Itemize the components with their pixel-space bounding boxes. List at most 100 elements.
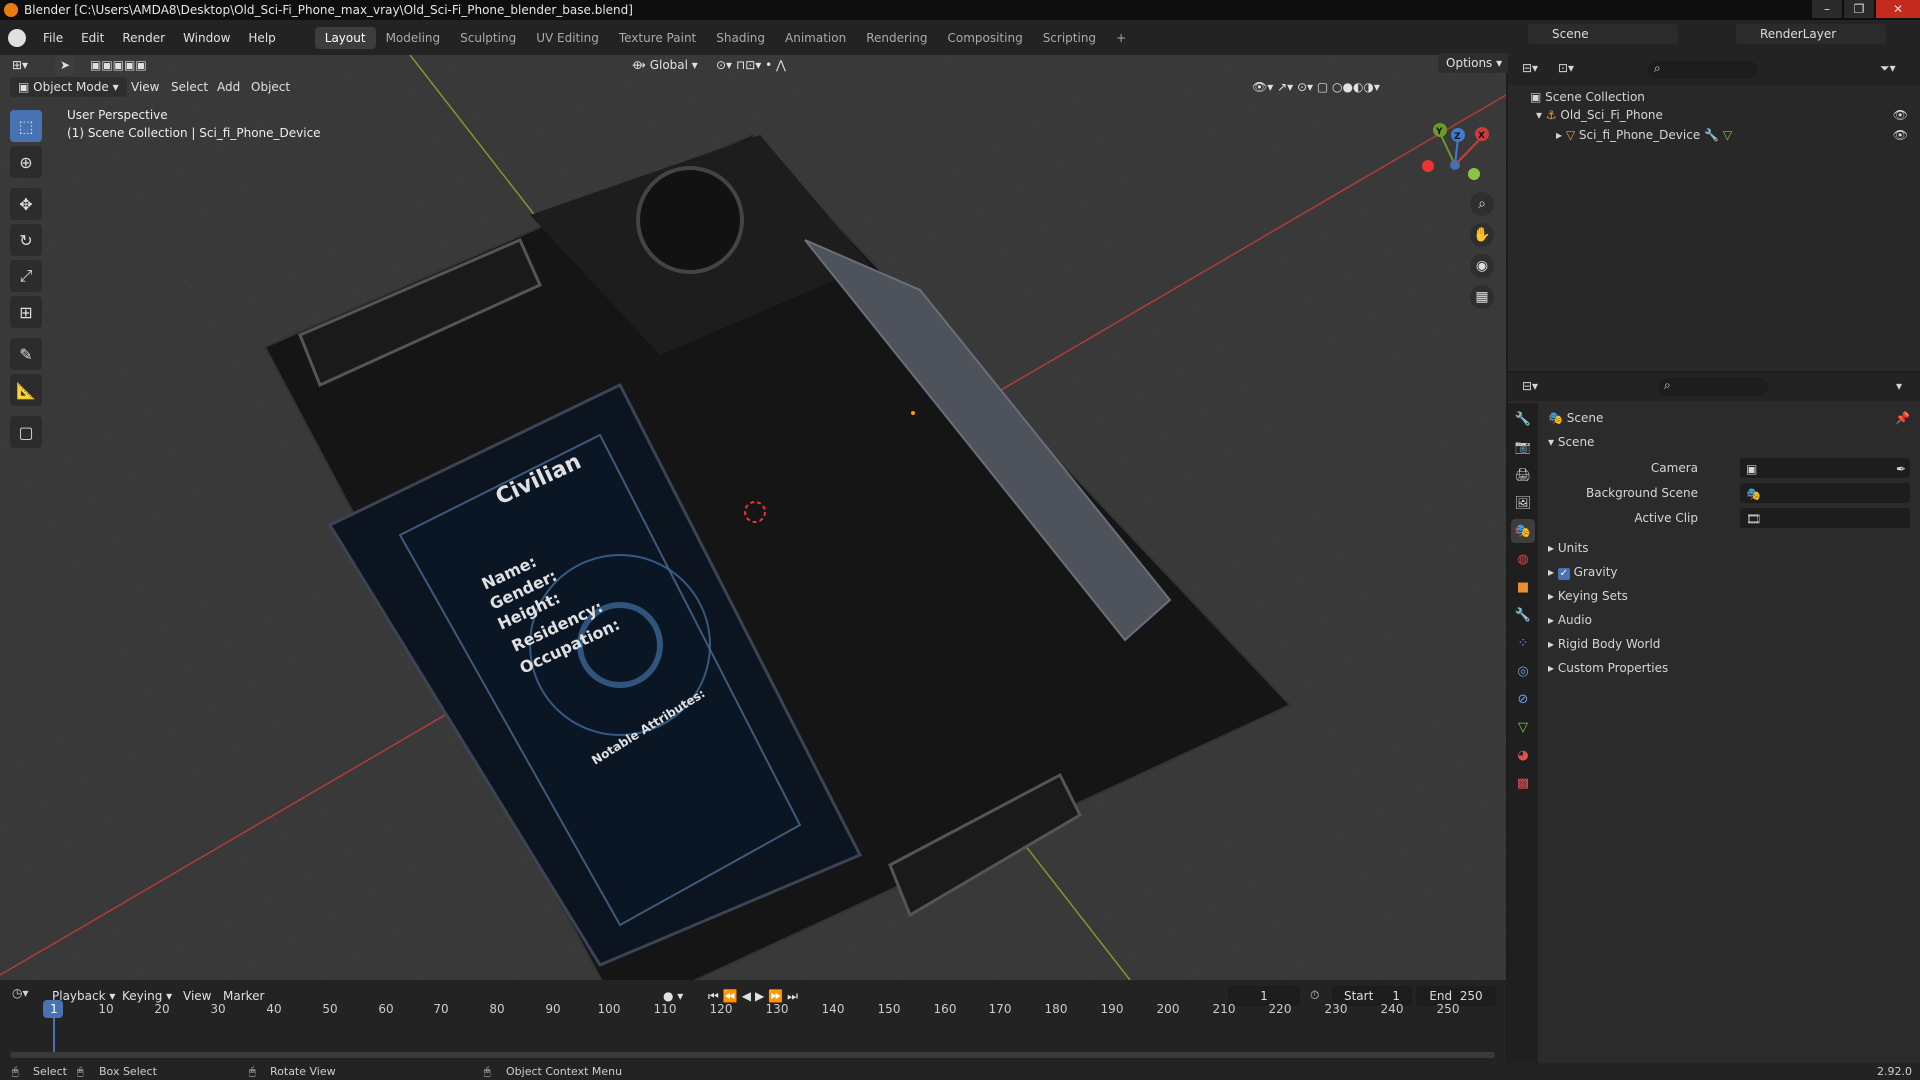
tab-scripting[interactable]: Scripting <box>1033 27 1106 49</box>
tab-animation[interactable]: Animation <box>775 27 856 49</box>
viewport-collection-label: (1) Scene Collection | Sci_fi_Phone_Devi… <box>67 126 321 140</box>
selection-modes[interactable]: ▣▣▣▣▣ <box>90 55 147 75</box>
object-mode-dropdown[interactable]: ▣ Object Mode ▾ <box>10 77 127 97</box>
tool-tab-icon[interactable]: 🔧 <box>1511 407 1535 431</box>
title-bar: Blender [C:\Users\AMDA8\Desktop\Old_Sci-… <box>0 0 1920 20</box>
transform-orientation-dropdown[interactable]: ⟴ Global ▾ <box>632 55 698 75</box>
add-workspace-icon[interactable]: + <box>1106 27 1136 49</box>
world-tab-icon[interactable]: ◍ <box>1511 547 1535 571</box>
active-clip-field[interactable]: 🎞 <box>1740 508 1910 528</box>
audio-panel[interactable]: ▸ Audio <box>1548 609 1910 631</box>
menu-edit[interactable]: Edit <box>72 27 113 49</box>
scene-panel-header[interactable]: ▾ Scene <box>1548 431 1910 453</box>
outliner-display-mode-icon[interactable]: ⊡▾ <box>1558 61 1574 75</box>
gravity-label: Gravity <box>1573 565 1618 579</box>
timeline-scrollbar[interactable] <box>10 1052 1495 1058</box>
zoom-icon[interactable]: ⌕ <box>1470 192 1494 216</box>
tab-shading[interactable]: Shading <box>706 27 775 49</box>
menu-file[interactable]: File <box>34 27 72 49</box>
camera-view-icon[interactable]: ◉ <box>1470 254 1494 278</box>
measure-tool-icon[interactable]: 📐 <box>10 374 42 406</box>
shading-controls[interactable]: 👁▾ ↗▾ ⊙▾ ▢ ○●◐◑▾ <box>1252 77 1380 97</box>
pan-hand-icon[interactable]: ✋ <box>1470 223 1494 247</box>
cursor-tool-icon[interactable]: ⊕ <box>10 146 42 178</box>
material-tab-icon[interactable]: ◕ <box>1511 743 1535 767</box>
collapse-arrow-icon[interactable]: ▾ <box>1536 108 1546 122</box>
rigid-body-world-panel[interactable]: ▸ Rigid Body World <box>1548 633 1910 655</box>
annotate-tool-icon[interactable]: ✎ <box>10 338 42 370</box>
outliner-search-input[interactable]: ⌕ <box>1648 61 1758 79</box>
close-icon[interactable]: ✕ <box>1876 0 1920 18</box>
menu-render[interactable]: Render <box>113 27 174 49</box>
panel-expand-icon: ▸ <box>1548 565 1558 579</box>
viewport-menu-add[interactable]: Add <box>217 77 240 97</box>
frame-tick: 230 <box>1324 1002 1348 1016</box>
move-tool-icon[interactable]: ✥ <box>10 188 42 220</box>
tab-texture-paint[interactable]: Texture Paint <box>609 27 706 49</box>
units-panel[interactable]: ▸ Units <box>1548 537 1910 559</box>
audio-label: Audio <box>1557 613 1592 627</box>
scene-selector[interactable]: Scene <box>1528 24 1678 44</box>
menu-window[interactable]: Window <box>174 27 239 49</box>
transform-tool-icon[interactable]: ⊞ <box>10 296 42 328</box>
ortho-grid-icon[interactable]: ▦ <box>1470 285 1494 309</box>
editor-type-icon[interactable]: ⊞▾ <box>12 55 28 75</box>
tab-uv-editing[interactable]: UV Editing <box>526 27 609 49</box>
render-tab-icon[interactable]: 📷 <box>1511 435 1535 459</box>
outliner-filter-icon[interactable]: ⏷▾ <box>1880 61 1896 76</box>
blender-menu-icon[interactable] <box>8 28 26 47</box>
tab-layout[interactable]: Layout <box>314 26 376 49</box>
3d-viewport[interactable]: Civilian Name: Gender: Height: Residency… <box>0 55 1506 980</box>
data-tab-icon[interactable]: ▽ <box>1511 715 1535 739</box>
properties-options-icon[interactable]: ▾ <box>1896 379 1902 393</box>
view-layer-tab-icon[interactable]: 🖼 <box>1511 491 1535 515</box>
options-dropdown[interactable]: Options ▾ <box>1438 53 1511 73</box>
pivot-snap-icons[interactable]: ⊙▾ ⊓⊡▾ • ⋀ <box>716 55 786 75</box>
physics-tab-icon[interactable]: ◎ <box>1511 659 1535 683</box>
particles-tab-icon[interactable]: ⁘ <box>1511 631 1535 655</box>
custom-properties-label: Custom Properties <box>1557 661 1669 675</box>
properties-search-input[interactable]: ⌕ <box>1658 378 1768 396</box>
menu-help[interactable]: Help <box>239 27 284 49</box>
viewport-menu-object[interactable]: Object <box>251 77 290 97</box>
tab-modeling[interactable]: Modeling <box>376 27 451 49</box>
restore-icon[interactable]: ❐ <box>1844 0 1874 18</box>
outliner-editor-type-icon[interactable]: ⊟▾ <box>1522 61 1538 75</box>
properties-editor-type-icon[interactable]: ⊟▾ <box>1522 379 1538 393</box>
gravity-checkbox[interactable]: ✓ <box>1557 568 1570 580</box>
gravity-panel[interactable]: ▸ ✓ Gravity <box>1548 561 1910 583</box>
viewport-menu-select[interactable]: Select <box>171 77 208 97</box>
outliner-item[interactable]: ▾ ⚓ Old_Sci_Fi_Phone 👁 <box>1536 108 1908 122</box>
visibility-eye-icon[interactable]: 👁 <box>1893 108 1908 122</box>
scale-tool-icon[interactable]: ⤢ <box>10 260 42 292</box>
eyedropper-icon[interactable]: ✒ <box>1896 458 1906 480</box>
constraints-tab-icon[interactable]: ⊘ <box>1511 687 1535 711</box>
viewport-menu-view[interactable]: View <box>131 77 159 97</box>
options-label: Options <box>1446 56 1493 70</box>
output-tab-icon[interactable]: 🖨 <box>1511 463 1535 487</box>
visibility-eye-icon[interactable]: 👁 <box>1893 128 1908 142</box>
modifier-tab-icon[interactable]: 🔧 <box>1511 603 1535 627</box>
custom-properties-panel[interactable]: ▸ Custom Properties <box>1548 657 1910 679</box>
view-layer-selector[interactable]: RenderLayer <box>1736 24 1886 44</box>
status-box-select: Box Select <box>99 1065 157 1078</box>
tab-compositing[interactable]: Compositing <box>937 27 1032 49</box>
expand-arrow-icon[interactable]: ▸ <box>1556 128 1566 142</box>
outliner-item-label: Old_Sci_Fi_Phone <box>1560 108 1663 122</box>
add-cube-tool-icon[interactable]: ▢ <box>10 416 42 448</box>
keying-sets-panel[interactable]: ▸ Keying Sets <box>1548 585 1910 607</box>
rotate-tool-icon[interactable]: ↻ <box>10 224 42 256</box>
texture-tab-icon[interactable]: ▩ <box>1511 771 1535 795</box>
minimize-icon[interactable]: – <box>1812 0 1842 18</box>
outliner-root[interactable]: ▣ Scene Collection <box>1530 90 1645 104</box>
background-scene-field[interactable]: 🎭 <box>1740 483 1910 503</box>
tab-sculpting[interactable]: Sculpting <box>450 27 526 49</box>
outliner-item[interactable]: ▸ ▽ Sci_fi_Phone_Device 🔧 ▽ 👁 <box>1556 128 1908 142</box>
select-box-tool-icon[interactable]: ⬚ <box>10 110 42 142</box>
select-mode-icon[interactable]: ➤ <box>55 55 75 75</box>
object-tab-icon[interactable]: ■ <box>1511 575 1535 599</box>
scene-tab-icon[interactable]: 🎭 <box>1511 519 1535 543</box>
tab-rendering[interactable]: Rendering <box>856 27 937 49</box>
camera-field[interactable]: ▣ ✒ <box>1740 458 1910 478</box>
pin-icon[interactable]: 📌 <box>1895 407 1910 429</box>
